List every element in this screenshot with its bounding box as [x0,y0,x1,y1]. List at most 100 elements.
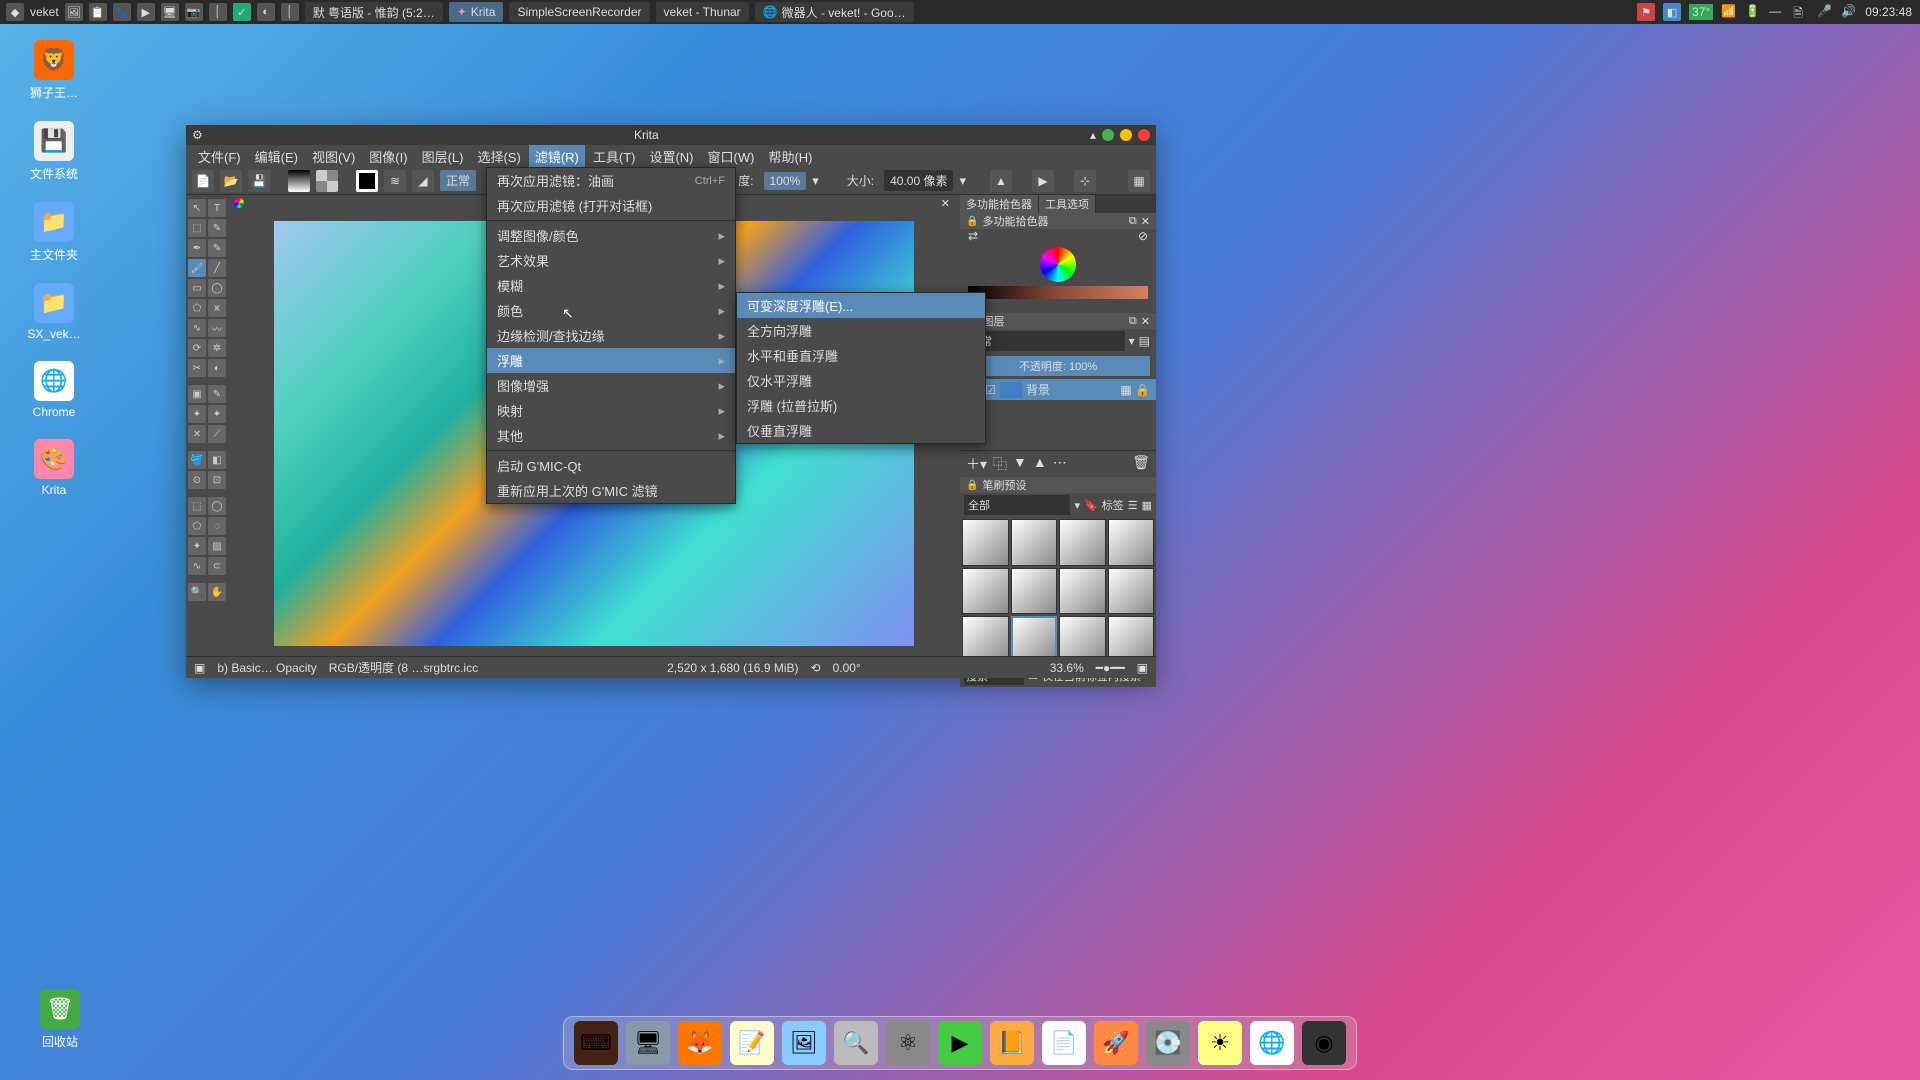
line-tool-icon[interactable]: ╱ [208,259,226,277]
lock-icon[interactable]: 🔒 [966,216,978,227]
pattern-edit-icon[interactable]: ✎ [208,239,226,257]
titlebar[interactable]: ⚙ Krita ▴ [186,125,1156,145]
dock-rocket-icon[interactable]: 🚀 [1094,1021,1138,1065]
rotation-icon[interactable]: ⟲ [811,661,821,675]
calligraphy-icon[interactable]: ✒ [188,239,206,257]
desktop-icon-sx[interactable]: 📁SX_vek… [14,283,94,341]
freehand-path-icon[interactable]: 〰 [208,319,226,337]
dropdown-icon[interactable]: ▾ [1129,334,1135,348]
move-down-icon[interactable]: ▼ [1013,454,1027,474]
taskbar-item[interactable]: ✦Krita [449,2,504,22]
maximize-button[interactable] [1120,129,1132,141]
close-panel-icon[interactable]: ✕ [1141,315,1150,328]
eraser-toggle-icon[interactable]: ◢ [412,170,434,192]
blend-mode[interactable]: 正常 [440,170,476,191]
bezier-tool-icon[interactable]: ∿ [188,319,206,337]
rect-tool-icon[interactable]: ▭ [188,279,206,297]
minimize-button[interactable] [1102,129,1114,141]
fit-icon[interactable]: ▣ [1137,661,1148,675]
magnetic-select-icon[interactable]: ⊂ [208,557,226,575]
brush-preset[interactable] [962,568,1009,615]
submenu-item-variable-depth[interactable]: 可变深度浮雕(E)... [737,293,985,318]
sample-icon[interactable]: ⊙ [188,471,206,489]
desktop-icon-filesystem[interactable]: 💾文件系统 [14,121,94,182]
menu-item-reapply-filter[interactable]: 再次应用滤镜：油画Ctrl+F [487,168,735,193]
desktop-icon-krita[interactable]: 🎨Krita [14,439,94,497]
menu-layer[interactable]: 图层(L) [416,145,470,168]
status-zoom[interactable]: 33.6% [1050,661,1084,675]
menu-tools[interactable]: 工具(T) [587,145,642,168]
dock-firefox-icon[interactable]: 🦊 [678,1021,722,1065]
menu-item-artistic[interactable]: 艺术效果▸ [487,248,735,273]
menu-item-gmic[interactable]: 启动 G'MIC-Qt [487,453,735,478]
desktop-icon-recycle[interactable]: 🗑 回收站 [20,989,100,1050]
tray-flag-icon[interactable]: ⚑ [1637,3,1655,21]
circ-select-icon[interactable]: ◯ [208,497,226,515]
layer-opacity-field[interactable]: 不透明度: 100% [966,356,1150,376]
menu-item-map[interactable]: 映射▸ [487,398,735,423]
pattern-icon[interactable] [316,170,338,192]
dock-play-icon[interactable]: ▶ [938,1021,982,1065]
brush-preset[interactable] [1059,568,1106,615]
view-grid-icon[interactable]: ▦ [1142,499,1152,512]
color-wheel[interactable] [1040,247,1076,282]
wifi-icon[interactable]: 📶 [1721,4,1737,20]
dock-search-icon[interactable]: 🔍 [834,1021,878,1065]
brush-tool-icon[interactable]: 🖌 [188,259,206,277]
pan-tool-icon[interactable]: ✋ [208,583,226,601]
measure-icon[interactable]: ⟋ [208,425,226,443]
dock-chrome-icon[interactable]: 🌐 [1250,1021,1294,1065]
add-layer-icon[interactable]: ＋▾ [966,454,987,474]
dock-atom-icon[interactable]: ⚛ [886,1021,930,1065]
contig-select-icon[interactable]: ✦ [188,537,206,555]
transform-tool-icon[interactable]: ⬚ [188,219,206,237]
opacity-value[interactable]: 100% [764,172,807,190]
layer-lock-icon[interactable]: ▦ 🔒 [1120,383,1150,397]
color-history-strip[interactable] [968,286,1148,299]
desktop-icon-brave[interactable]: 🦁狮子王… [14,40,94,101]
close-button[interactable] [1138,129,1150,141]
assist-icon[interactable]: ✕ [188,425,206,443]
desktop-icon-home[interactable]: 📁主文件夹 [14,202,94,263]
dock-notes-icon[interactable]: 📝 [730,1021,774,1065]
gradient-tool-icon[interactable]: ◧ [208,451,226,469]
taskbar-item[interactable]: SimpleScreenRecorder [509,2,649,22]
deform-tool-icon[interactable]: ◐ [208,359,226,377]
move-tool-icon[interactable]: ↖ [188,199,206,217]
taskbar-item[interactable]: veket - Thunar [656,2,749,22]
desktop-icon-chrome[interactable]: 🌐Chrome [14,361,94,419]
dock-image-icon[interactable]: 🖼 [782,1021,826,1065]
tray-color-icon[interactable]: ◧ [1663,3,1681,21]
pattern-tool-icon[interactable]: ⊡ [208,471,226,489]
close-tab-icon[interactable]: ✕ [937,197,954,210]
dock-doc-icon[interactable]: 📄 [1042,1021,1086,1065]
tb-icon-2[interactable]: 📋 [89,3,107,21]
dock-sun-icon[interactable]: ☀ [1198,1021,1242,1065]
menu-settings[interactable]: 设置(N) [643,145,699,168]
gradient-icon[interactable] [288,170,310,192]
tb-icon-5[interactable]: 🖥 [161,3,179,21]
dynamic-brush-icon[interactable]: ⟳ [188,339,206,357]
wrap-icon[interactable]: ⊹ [1074,170,1096,192]
menu-select[interactable]: 选择(S) [471,145,526,168]
brush-filter-select[interactable]: 全部 [964,495,1070,515]
close-panel-icon[interactable]: ✕ [1141,215,1150,228]
panel-tab-color[interactable]: 多功能拾色器 [960,195,1039,213]
ellipse-tool-icon[interactable]: ◯ [208,279,226,297]
menu-image[interactable]: 图像(I) [363,145,413,168]
brush-preset[interactable] [962,519,1009,566]
taskbar-item[interactable]: 🌐微器人 - veket! - Goo… [755,2,914,22]
menu-item-edge[interactable]: 边缘检测/查找边缘▸ [487,323,735,348]
color-picker-panel[interactable]: ⇄⊘ [960,229,1156,299]
edit-shape-icon[interactable]: ✎ [208,219,226,237]
tb-icon-3[interactable]: 🐾 [113,3,131,21]
zoom-slider[interactable]: ━●━━ [1096,661,1125,675]
menu-item-emboss[interactable]: 浮雕▸ [487,348,735,373]
brush-preset[interactable] [1059,519,1106,566]
mic-icon[interactable]: 🎤 [1817,4,1833,20]
swatch-icon[interactable] [356,170,378,192]
poly-select-icon[interactable]: ⬠ [188,517,206,535]
mirror-h-icon[interactable]: ▲ [990,170,1012,192]
dock-files-icon[interactable]: 🖥 [626,1021,670,1065]
brush-preset[interactable] [1108,568,1155,615]
